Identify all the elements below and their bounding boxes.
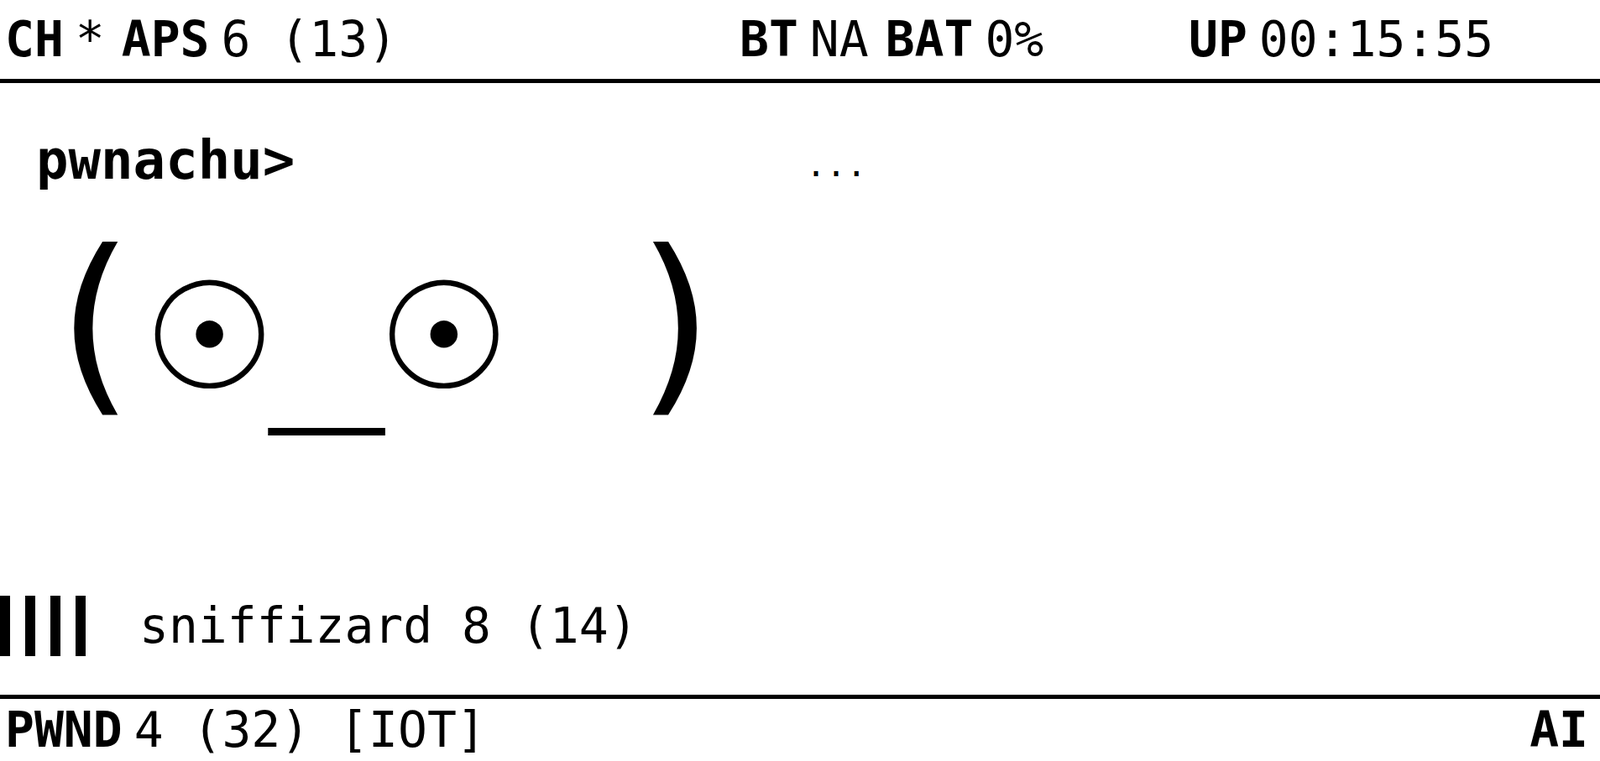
signal-icon	[0, 596, 86, 657]
pwnd-label: PWND	[5, 701, 123, 759]
pwnd-value: 4 (32) [IOT]	[134, 701, 487, 759]
status-item: BAT 0%	[885, 10, 1045, 68]
status-item: CH *	[5, 10, 105, 68]
status-label: APS	[121, 10, 210, 68]
bottom-bar: PWND 4 (32) [IOT] AI	[0, 695, 1600, 761]
status-value: NA	[810, 10, 869, 68]
status-label: BAT	[885, 10, 974, 68]
signal-bar	[75, 596, 86, 657]
unit-name: pwnachu>	[36, 129, 806, 192]
status-group: CH * APS 6 (13)	[5, 10, 740, 68]
status-value: 6 (13)	[221, 10, 398, 68]
status-label: BT	[739, 10, 799, 68]
status-label: UP	[1188, 10, 1248, 68]
status-label: CH	[5, 10, 64, 68]
status-value: 00:15:55	[1259, 10, 1494, 68]
status-group: BT NA BAT 0%	[739, 10, 1189, 68]
pwnagotchi-screen: CH * APS 6 (13) BT NA BAT 0% UP 00:15:55 pwn…	[0, 0, 1600, 761]
status-text: ...	[805, 136, 1600, 184]
status-item: UP 00:15:55	[1188, 10, 1494, 68]
signal-bar	[50, 596, 61, 657]
signal-bar	[25, 596, 36, 657]
mode-label: AI	[1529, 701, 1589, 759]
face: (☉_☉ )	[0, 224, 1600, 420]
status-value: 0%	[984, 10, 1044, 68]
signal-bar	[0, 596, 11, 657]
status-value: *	[75, 10, 105, 68]
pwnd-counter: PWND 4 (32) [IOT]	[5, 701, 487, 759]
top-bar: CH * APS 6 (13) BT NA BAT 0% UP 00:15:55	[0, 0, 1600, 84]
status-item: APS 6 (13)	[121, 10, 398, 68]
main-area: pwnachu> ... (☉_☉ ) sniffizard 8 (14)	[0, 83, 1600, 696]
status-group: UP 00:15:55	[1188, 10, 1600, 68]
friend-row: sniffizard 8 (14)	[0, 596, 1600, 657]
name-row: pwnachu> ...	[0, 129, 1600, 192]
friend-name: sniffizard 8 (14)	[139, 597, 638, 655]
status-item: BT NA	[739, 10, 869, 68]
